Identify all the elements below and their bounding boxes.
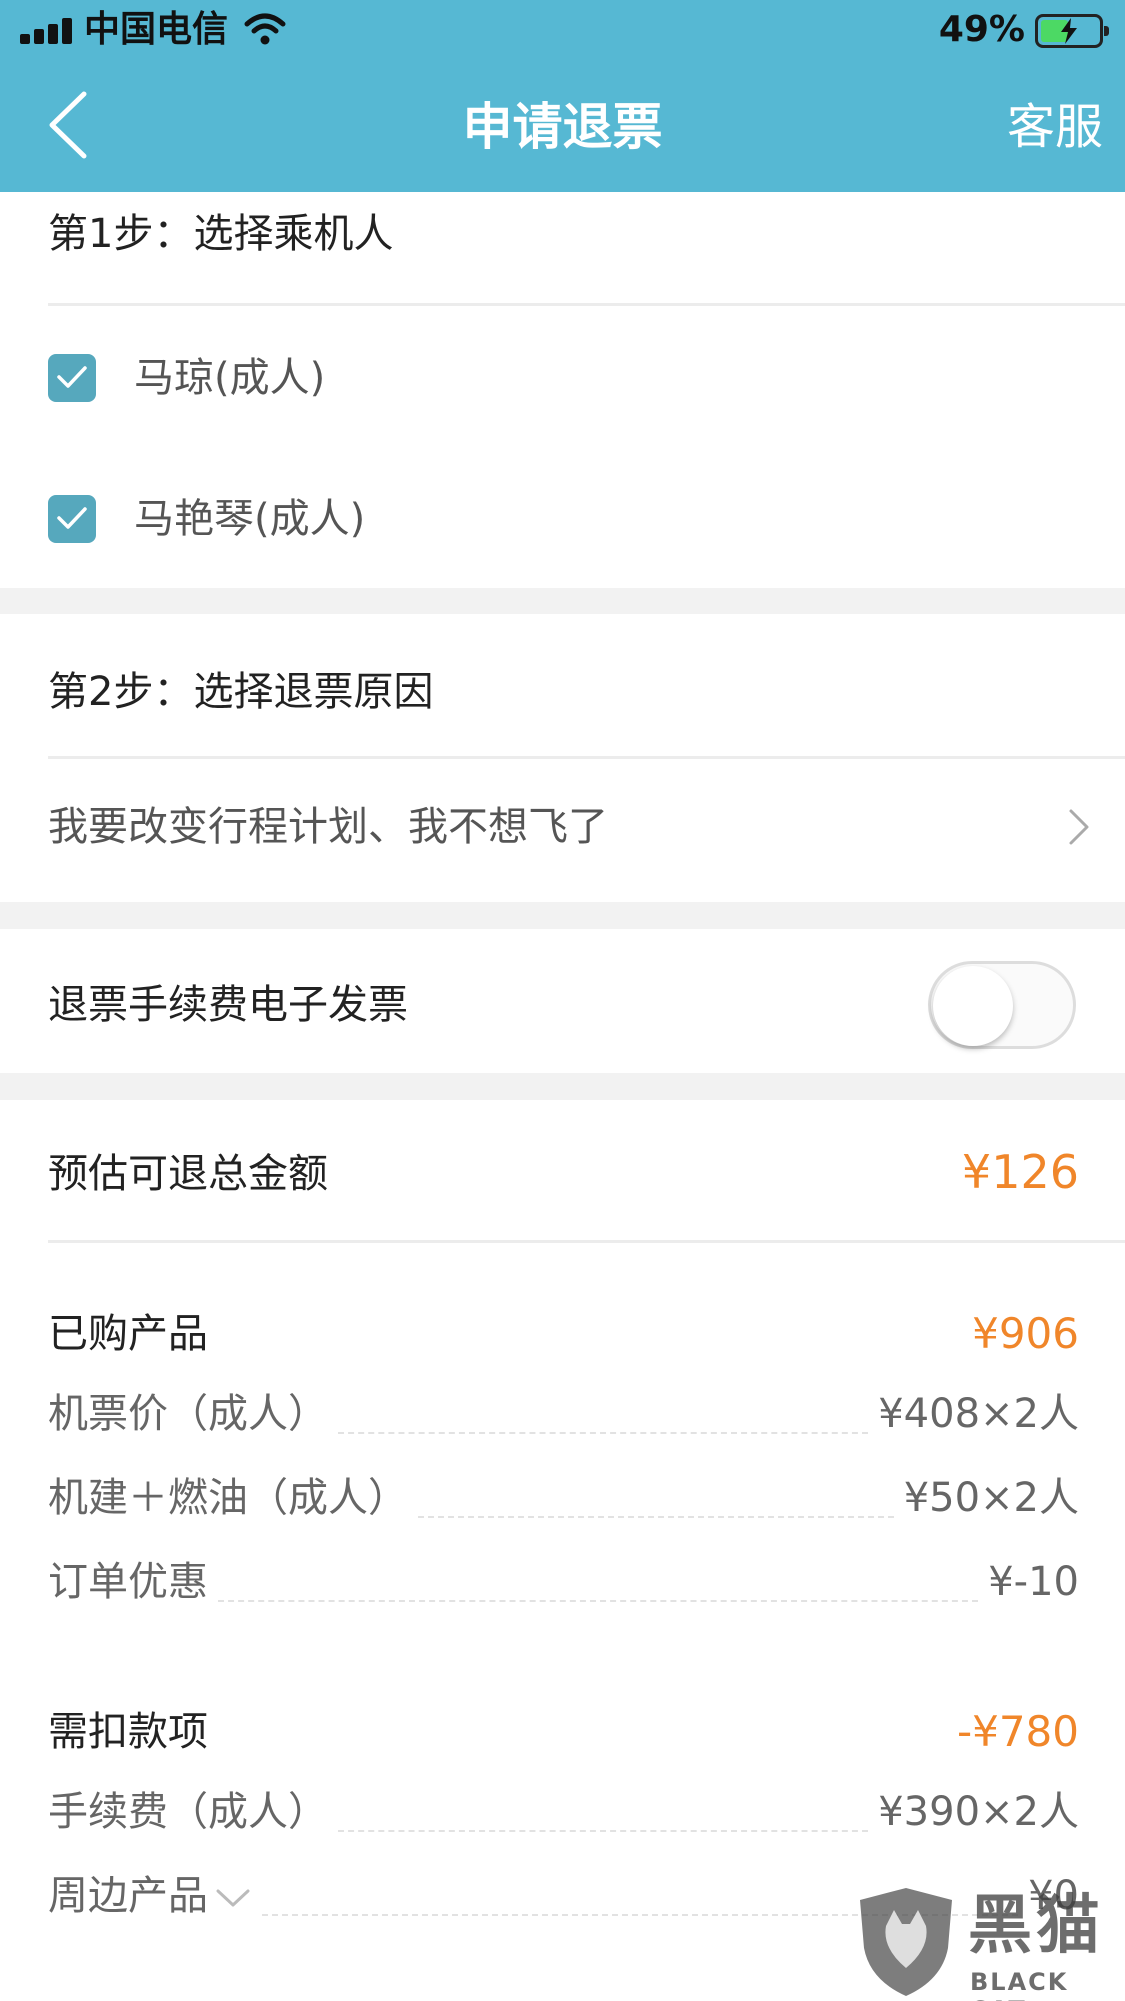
deductions-value: -¥780: [956, 1707, 1079, 1756]
fee-detail-label: 机票价（成人）: [48, 1391, 328, 1437]
step1-card: 第1步：选择乘机人 马琼(成人) 马艳琴(成人): [0, 192, 1125, 588]
dotted-leader: [218, 1600, 979, 1602]
purchased-products-label: 已购产品: [48, 1311, 208, 1357]
chevron-down-icon[interactable]: [214, 1886, 252, 1910]
fee-detail-value: ¥-10: [988, 1559, 1079, 1605]
dotted-leader: [338, 1830, 869, 1832]
fee-detail-row: 机建＋燃油（成人） ¥50×2人: [48, 1470, 1079, 1526]
purchased-products-value: ¥906: [972, 1309, 1079, 1358]
passenger-name[interactable]: 马艳琴(成人): [134, 491, 365, 547]
dotted-leader: [418, 1516, 894, 1518]
fee-detail-label: 机建＋燃油（成人）: [48, 1475, 408, 1521]
step2-title: 第2步：选择退票原因: [48, 669, 434, 715]
battery-percentage: 49%: [938, 9, 1025, 50]
fee-detail-row: 机票价（成人） ¥408×2人: [48, 1386, 1079, 1442]
battery-charging-icon: [1035, 14, 1109, 48]
invoice-toggle[interactable]: [928, 961, 1076, 1049]
refund-reason-row[interactable]: 我要改变行程计划、我不想飞了: [0, 759, 1125, 902]
watermark-text: 黑猫: [968, 1889, 1104, 1963]
status-bar: 中国电信 49%: [0, 0, 1125, 62]
deductions-label: 需扣款项: [48, 1709, 208, 1755]
customer-service-button[interactable]: 客服: [1007, 94, 1103, 160]
toggle-knob: [933, 966, 1013, 1046]
fee-detail-label[interactable]: 周边产品: [48, 1868, 252, 1924]
refund-summary-card: 预估可退总金额 ¥126 已购产品 ¥906 机票价（成人） ¥408×2人 机…: [0, 1100, 1125, 2001]
fee-detail-value: ¥390×2人: [878, 1789, 1079, 1835]
passenger-checkbox[interactable]: [48, 354, 96, 402]
page-title: 申请退票: [462, 98, 663, 156]
step1-title: 第1步：选择乘机人: [48, 211, 394, 257]
refund-total-label: 预估可退总金额: [48, 1151, 328, 1197]
fee-detail-row: 手续费（成人） ¥390×2人: [48, 1784, 1079, 1840]
watermark-subtext: BLACK CAT: [970, 1968, 1069, 2001]
refund-total-value: ¥126: [961, 1145, 1079, 1199]
invoice-toggle-label: 退票手续费电子发票: [48, 982, 408, 1028]
fee-detail-label: 手续费（成人）: [48, 1789, 328, 1835]
cat-shield-icon: [860, 1888, 952, 1996]
carrier-name: 中国电信: [84, 9, 229, 50]
fee-detail-value: ¥408×2人: [878, 1391, 1079, 1437]
signal-icon: [20, 18, 72, 44]
chevron-right-icon: [1069, 809, 1089, 845]
dotted-leader: [338, 1432, 869, 1434]
fee-detail-value: ¥50×2人: [903, 1475, 1079, 1521]
divider: [48, 303, 1125, 306]
fee-detail-label: 订单优惠: [48, 1559, 208, 1605]
invoice-card: 退票手续费电子发票: [0, 929, 1125, 1073]
passenger-name[interactable]: 马琼(成人): [134, 350, 325, 406]
divider: [48, 1240, 1125, 1243]
nav-bar: 申请退票 客服: [0, 62, 1125, 192]
fee-detail-row: 订单优惠 ¥-10: [48, 1554, 1079, 1610]
refund-reason-value: 我要改变行程计划、我不想飞了: [48, 804, 608, 850]
passenger-checkbox[interactable]: [48, 495, 96, 543]
watermark: 黑猫 BLACK CAT: [852, 1886, 1125, 2001]
wifi-icon: [244, 12, 286, 50]
step2-card: 第2步：选择退票原因 我要改变行程计划、我不想飞了: [0, 614, 1125, 902]
